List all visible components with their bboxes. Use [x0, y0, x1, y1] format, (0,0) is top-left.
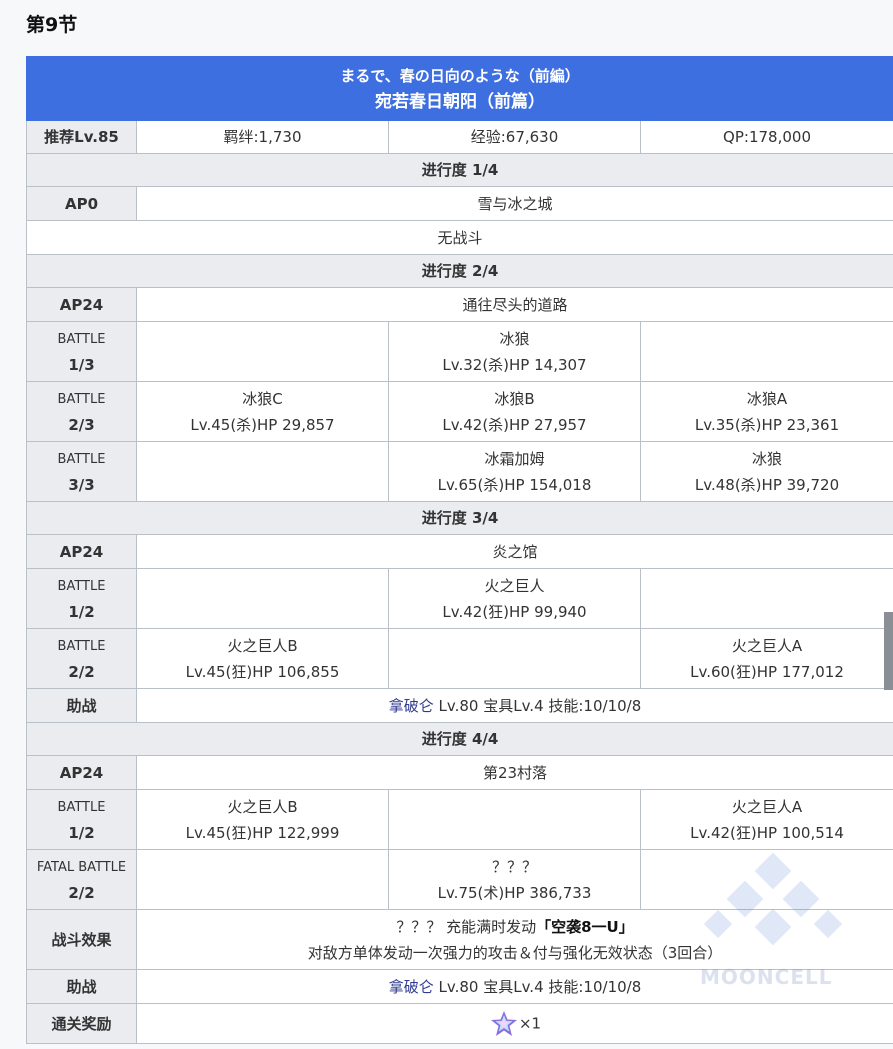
- battle-label: FATAL BATTLE 2/2: [26, 849, 137, 910]
- progress-title: 进行度 1/4: [25, 153, 893, 187]
- enemy-slot: [388, 628, 641, 689]
- no-battle-note: 无战斗: [25, 220, 893, 255]
- enemy-slot: 火之巨人A Lv.60(狂)HP 177,012: [639, 628, 893, 689]
- progress-title: 进行度 3/4: [25, 501, 893, 535]
- ap-cost: AP24: [26, 534, 137, 569]
- battle-label: BATTLE 1/3: [26, 321, 137, 382]
- enemy-slot: [136, 849, 389, 910]
- saint-quartz-icon[interactable]: [489, 1009, 519, 1039]
- section-title: 第9节: [26, 14, 78, 36]
- watermark-text: MOONCELL: [700, 965, 833, 989]
- enemy-slot: [639, 849, 893, 910]
- quest-header: まるで、春の日向のような（前編） 宛若春日朝阳（前篇）: [25, 56, 893, 121]
- support-servant-link[interactable]: 拿破仑: [389, 978, 434, 996]
- support-label: 助战: [26, 969, 137, 1004]
- quest-table: まるで、春の日向のような（前編） 宛若春日朝阳（前篇） 推荐Lv.85 羁绊:1…: [25, 56, 893, 1044]
- enemy-slot: 冰狼C Lv.45(杀)HP 29,857: [136, 381, 389, 442]
- location-name: 雪与冰之城: [135, 186, 893, 221]
- enemy-slot: 冰霜加姆 Lv.65(杀)HP 154,018: [388, 441, 641, 502]
- enemy-slot: [639, 568, 893, 629]
- enemy-slot: [388, 789, 641, 850]
- enemy-slot: [639, 321, 893, 382]
- enemy-slot: 火之巨人B Lv.45(狂)HP 106,855: [136, 628, 389, 689]
- ap-cost: AP0: [26, 186, 137, 221]
- quest-table-wrap: まるで、春の日向のような（前編） 宛若春日朝阳（前篇） 推荐Lv.85 羁绊:1…: [25, 56, 893, 1044]
- side-scroll-tab[interactable]: [884, 612, 893, 690]
- recommended-level: 推荐Lv.85: [26, 120, 137, 154]
- skill-name: 「空袭8一U」: [536, 917, 634, 936]
- ap-cost: AP24: [26, 287, 137, 322]
- enemy-slot: 冰狼A Lv.35(杀)HP 23,361: [639, 381, 893, 442]
- progress-title: 进行度 4/4: [25, 722, 893, 756]
- enemy-slot: [136, 321, 389, 382]
- reward-count: ×1: [518, 1014, 542, 1032]
- battle-label: BATTLE 2/2: [26, 628, 137, 689]
- enemy-slot: 火之巨人A Lv.42(狂)HP 100,514: [639, 789, 893, 850]
- battle-label: BATTLE 1/2: [26, 568, 137, 629]
- ap-cost: AP24: [26, 755, 137, 790]
- enemy-slot: 火之巨人 Lv.42(狂)HP 99,940: [388, 568, 641, 629]
- location-name: 通往尽头的道路: [135, 287, 893, 322]
- support-label: 助战: [26, 688, 137, 723]
- experience-points: 经验:67,630: [388, 120, 641, 154]
- battle-label: BATTLE 1/2: [26, 789, 137, 850]
- battle-label: BATTLE 2/3: [26, 381, 137, 442]
- battle-effect: ？？？ 充能满时发动「空袭8一U」 对敌方单体发动一次强力的攻击＆付与强化无效状…: [135, 909, 893, 970]
- enemy-slot: 火之巨人B Lv.45(狂)HP 122,999: [136, 789, 389, 850]
- enemy-slot: 冰狼 Lv.32(杀)HP 14,307: [388, 321, 641, 382]
- clear-reward-label: 通关奖励: [26, 1003, 137, 1044]
- enemy-slot: 冰狼B Lv.42(杀)HP 27,957: [388, 381, 641, 442]
- quest-name-cn: 宛若春日朝阳（前篇）: [375, 91, 546, 112]
- battle-effect-label: 战斗效果: [26, 909, 137, 970]
- bond-points: 羁绊:1,730: [136, 120, 389, 154]
- support-servant-link[interactable]: 拿破仑: [389, 697, 434, 715]
- support-info: 拿破仑 Lv.80 宝具Lv.4 技能:10/10/8: [135, 688, 893, 723]
- enemy-slot: 冰狼 Lv.48(杀)HP 39,720: [639, 441, 893, 502]
- enemy-slot: ？？？ Lv.75(术)HP 386,733: [388, 849, 641, 910]
- battle-label: BATTLE 3/3: [26, 441, 137, 502]
- quest-name-jp: まるで、春の日向のような（前編）: [340, 66, 580, 85]
- enemy-slot: [136, 441, 389, 502]
- qp-reward: QP:178,000: [639, 120, 893, 154]
- location-name: 炎之馆: [135, 534, 893, 569]
- clear-reward: ×1: [135, 1003, 893, 1044]
- progress-title: 进行度 2/4: [25, 254, 893, 288]
- location-name: 第23村落: [135, 755, 893, 790]
- enemy-slot: [136, 568, 389, 629]
